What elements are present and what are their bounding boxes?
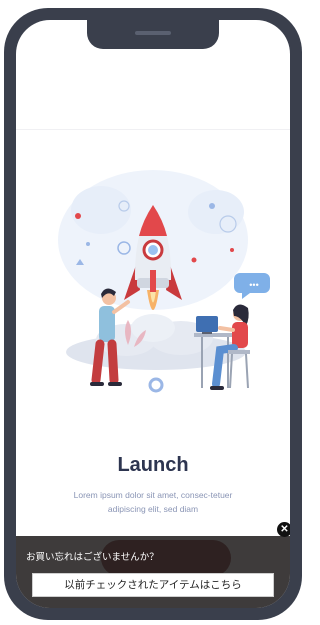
phone-side-button xyxy=(4,143,9,185)
page-title: Launch xyxy=(117,454,189,476)
speaker-icon xyxy=(135,31,171,35)
phone-notch xyxy=(87,20,219,49)
divider xyxy=(16,129,290,130)
page-description: Lorem ipsum dolor sit amet, consec-tetue… xyxy=(73,490,233,514)
chat-bubble-icon: ••• xyxy=(249,280,258,290)
phone-frame: ••• Launch Lorem ipsum dolor sit amet, c… xyxy=(4,8,302,620)
phone-screen: ••• Launch Lorem ipsum dolor sit amet, c… xyxy=(16,20,290,608)
close-icon[interactable]: ✕ xyxy=(277,522,290,537)
rocket-launch-illustration: ••• xyxy=(58,170,270,393)
reminder-banner: お買い忘れはございませんか？ 以前チェックされたアイテムはこちら xyxy=(16,536,290,608)
banner-message: お買い忘れはございませんか？ xyxy=(26,552,159,563)
phone-side-button xyxy=(4,198,9,248)
view-checked-items-button[interactable]: 以前チェックされたアイテムはこちら xyxy=(32,573,274,597)
